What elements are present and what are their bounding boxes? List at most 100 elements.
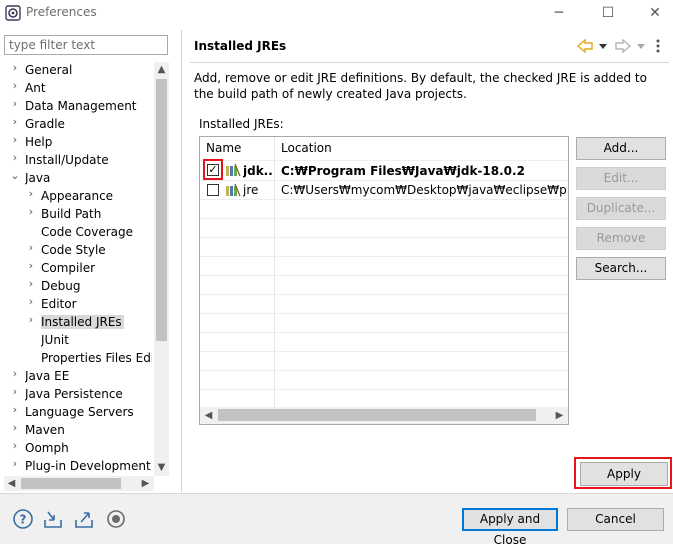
- record-icon[interactable]: [105, 508, 127, 530]
- row-divider: [200, 351, 568, 352]
- tree-item[interactable]: Ant: [25, 79, 46, 97]
- forward-arrow-icon[interactable]: [614, 38, 648, 54]
- tree-item[interactable]: Code Style: [41, 241, 106, 259]
- table-horizontal-scroll-thumb[interactable]: [218, 409, 536, 421]
- tree-vertical-scroll-thumb[interactable]: [156, 79, 167, 341]
- tree-item[interactable]: Java Persistence: [25, 385, 123, 403]
- tree-twisty-icon[interactable]: ›: [9, 79, 21, 97]
- tree-item[interactable]: Editor: [41, 295, 77, 313]
- tree-item[interactable]: Language Servers: [25, 403, 134, 421]
- tree-item[interactable]: Code Coverage: [41, 223, 133, 241]
- scroll-left-arrow-icon[interactable]: ◀: [4, 476, 19, 491]
- tree-twisty-icon[interactable]: ›: [9, 367, 21, 385]
- search-button[interactable]: Search...: [576, 257, 666, 280]
- tree-twisty-icon[interactable]: ›: [25, 259, 37, 277]
- row-divider: [200, 332, 568, 333]
- tree-item[interactable]: Appearance: [41, 187, 113, 205]
- import-icon[interactable]: [42, 508, 64, 530]
- panel-divider[interactable]: [181, 30, 182, 492]
- tree-item-label: Appearance: [41, 189, 114, 203]
- scroll-right-arrow-icon[interactable]: ▶: [138, 476, 153, 491]
- tree-twisty-icon[interactable]: ›: [25, 205, 37, 223]
- tree-twisty-icon[interactable]: ›: [25, 313, 37, 331]
- apply-and-close-button[interactable]: Apply and Close: [462, 508, 558, 547]
- tree-twisty-icon[interactable]: ›: [25, 295, 37, 313]
- column-separator[interactable]: [274, 137, 275, 407]
- scroll-right-arrow-icon[interactable]: ▶: [552, 408, 567, 423]
- jre-location-cell[interactable]: C:₩Users₩mycom₩Desktop₩java₩eclipse₩plug…: [281, 183, 567, 197]
- tree-item[interactable]: Data Management: [25, 97, 137, 115]
- maximize-button[interactable]: ☐: [595, 2, 621, 24]
- jre-name-cell[interactable]: jre: [243, 183, 273, 197]
- tree-item-label: Plug-in Development: [25, 459, 151, 473]
- tree-item-label: Build Path: [41, 207, 102, 221]
- row-divider: [200, 389, 568, 390]
- tree-item[interactable]: Properties Files Edito: [41, 349, 152, 367]
- scroll-down-arrow-icon[interactable]: ▼: [154, 460, 169, 475]
- jre-checkbox[interactable]: [207, 184, 219, 196]
- edit-button[interactable]: Edit...: [576, 167, 666, 190]
- tree-item[interactable]: Gradle: [25, 115, 65, 133]
- tree-item-label: Java Persistence: [25, 387, 123, 401]
- tree-item-label: Installed JREs: [41, 315, 124, 329]
- cancel-button[interactable]: Cancel: [567, 508, 664, 531]
- tree-item[interactable]: General: [25, 61, 72, 79]
- scroll-left-arrow-icon[interactable]: ◀: [201, 408, 216, 423]
- export-icon[interactable]: [73, 508, 95, 530]
- row-divider: [200, 180, 568, 181]
- tree-twisty-icon[interactable]: ›: [9, 421, 21, 439]
- scroll-up-arrow-icon[interactable]: ▲: [154, 62, 169, 77]
- tree-item[interactable]: Compiler: [41, 259, 95, 277]
- view-menu-icon[interactable]: [654, 38, 662, 54]
- tree-item[interactable]: Java: [25, 169, 50, 187]
- remove-button[interactable]: Remove: [576, 227, 666, 250]
- filter-input[interactable]: [4, 35, 168, 55]
- column-header-location[interactable]: Location: [281, 141, 332, 155]
- tree-item[interactable]: Plug-in Development: [25, 457, 151, 475]
- jre-location-cell[interactable]: C:₩Program Files₩Java₩jdk-18.0.2: [281, 164, 567, 178]
- tree-item[interactable]: JUnit: [41, 331, 69, 349]
- jre-library-icon: [226, 183, 241, 197]
- tree-twisty-icon[interactable]: ›: [9, 385, 21, 403]
- tree-twisty-icon[interactable]: ›: [9, 151, 21, 169]
- row-divider: [200, 160, 568, 161]
- tree-item[interactable]: Installed JREs: [41, 313, 124, 331]
- tree-item[interactable]: Help: [25, 133, 52, 151]
- tree-item[interactable]: Maven: [25, 421, 65, 439]
- svg-text:?: ?: [20, 513, 27, 527]
- tree-twisty-icon[interactable]: ›: [25, 277, 37, 295]
- help-icon[interactable]: ?: [12, 508, 34, 530]
- jre-table-label: Installed JREs:: [199, 117, 284, 131]
- tree-item[interactable]: Java EE: [25, 367, 69, 385]
- tree-item-label: Properties Files Edito: [41, 351, 152, 365]
- tree-item[interactable]: Debug: [41, 277, 80, 295]
- tree-item-label: Java EE: [25, 369, 70, 383]
- jre-name-cell[interactable]: jdk...: [243, 164, 273, 178]
- tree-twisty-icon[interactable]: ›: [25, 187, 37, 205]
- tree-horizontal-scroll-thumb[interactable]: [21, 478, 121, 489]
- tree-twisty-icon[interactable]: ›: [9, 403, 21, 421]
- add-button[interactable]: Add...: [576, 137, 666, 160]
- minimize-button[interactable]: ─: [546, 2, 572, 24]
- tree-twisty-icon[interactable]: ›: [25, 241, 37, 259]
- tree-item-label: Data Management: [25, 99, 137, 113]
- tree-twisty-icon[interactable]: ⌄: [9, 169, 21, 187]
- tree-item[interactable]: Oomph: [25, 439, 69, 457]
- tree-item-label: Java: [25, 171, 51, 185]
- duplicate-button[interactable]: Duplicate...: [576, 197, 666, 220]
- column-header-name[interactable]: Name: [206, 141, 241, 155]
- tree-twisty-icon[interactable]: ›: [9, 97, 21, 115]
- tree-item-label: Oomph: [25, 441, 69, 455]
- back-arrow-icon[interactable]: [576, 38, 610, 54]
- tree-item-label: Editor: [41, 297, 77, 311]
- tree-twisty-icon[interactable]: ›: [9, 61, 21, 79]
- tree-twisty-icon[interactable]: ›: [9, 133, 21, 151]
- tree-twisty-icon[interactable]: ›: [9, 457, 21, 475]
- tree-item-label: JUnit: [41, 333, 69, 347]
- tree-item[interactable]: Build Path: [41, 205, 101, 223]
- tree-item[interactable]: Install/Update: [25, 151, 109, 169]
- close-button[interactable]: ✕: [642, 2, 668, 24]
- tree-twisty-icon[interactable]: ›: [9, 439, 21, 457]
- tree-item-label: General: [25, 63, 73, 77]
- tree-twisty-icon[interactable]: ›: [9, 115, 21, 133]
